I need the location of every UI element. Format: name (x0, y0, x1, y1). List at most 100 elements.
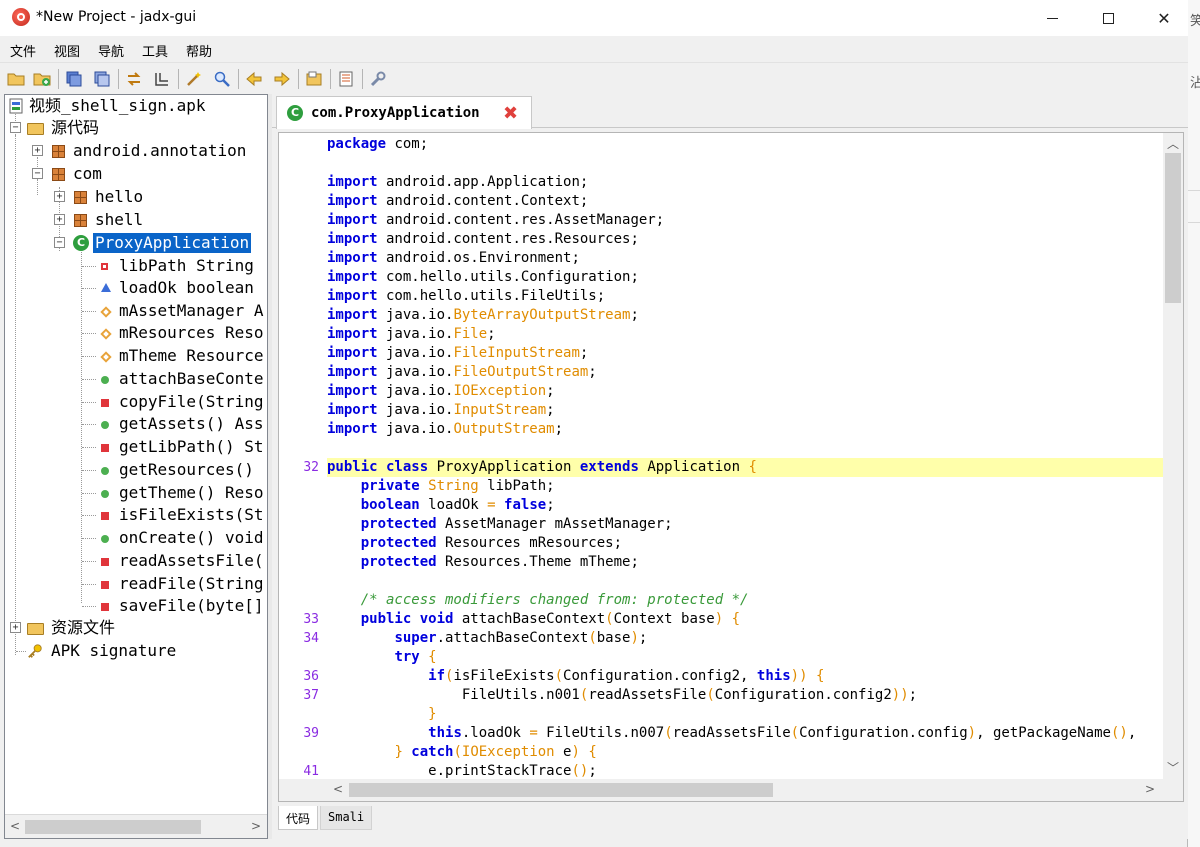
minimize-button[interactable] (1024, 0, 1080, 36)
code-vertical-scrollbar[interactable]: ︿ ﹀ (1163, 133, 1183, 779)
flatten-button[interactable] (152, 69, 172, 89)
code-line[interactable]: import java.io.File; (327, 325, 1163, 344)
tree-member[interactable]: mResources Reso (5, 322, 267, 344)
scroll-thumb[interactable] (349, 783, 773, 797)
code-line[interactable]: import java.io.FileOutputStream; (327, 363, 1163, 382)
scroll-left-icon[interactable]: < (333, 782, 343, 796)
tree-member[interactable]: mAssetManager A (5, 300, 267, 322)
expand-toggle[interactable]: + (54, 191, 65, 202)
tree-node-class-proxyapplication[interactable]: − C ProxyApplication (5, 232, 267, 254)
scroll-down-icon[interactable]: ﹀ (1167, 759, 1179, 776)
code-line[interactable]: FileUtils.n001(readAssetsFile(Configurat… (327, 686, 1163, 705)
code-line[interactable]: try { (327, 648, 1163, 667)
code-line[interactable]: boolean loadOk = false; (327, 496, 1163, 515)
tree-member[interactable]: copyFile(String (5, 391, 267, 413)
code-line[interactable]: package com; (327, 135, 1163, 154)
code-line[interactable]: public void attachBaseContext(Context ba… (327, 610, 1163, 629)
tree-node-apk-signature[interactable]: APK signature (5, 640, 267, 662)
tree-node-package-com[interactable]: − com (5, 163, 267, 185)
tree-node-apk[interactable]: 视频_shell_sign.apk (5, 95, 267, 117)
close-tab-icon[interactable]: ✖ (503, 103, 518, 124)
code-line[interactable]: import com.hello.utils.FileUtils; (327, 287, 1163, 306)
tree-member[interactable]: libPath String (5, 255, 267, 277)
back-button[interactable] (244, 69, 264, 89)
sync-button[interactable] (124, 69, 144, 89)
code-line[interactable]: protected Resources.Theme mTheme; (327, 553, 1163, 572)
tree-member[interactable]: readAssetsFile( (5, 550, 267, 572)
preferences-button[interactable] (368, 69, 388, 89)
scroll-right-icon[interactable]: > (1145, 782, 1155, 796)
code-line[interactable]: import java.io.OutputStream; (327, 420, 1163, 439)
code-line[interactable]: protected AssetManager mAssetManager; (327, 515, 1163, 534)
code-line[interactable]: super.attachBaseContext(base); (327, 629, 1163, 648)
code-line[interactable]: import com.hello.utils.Configuration; (327, 268, 1163, 287)
project-tree[interactable]: 视频_shell_sign.apk − 源代码 + android.annota… (4, 94, 268, 839)
collapse-toggle[interactable]: − (10, 122, 21, 133)
expand-toggle[interactable]: + (54, 214, 65, 225)
open-file-button[interactable] (6, 69, 26, 89)
expand-toggle[interactable]: + (32, 145, 43, 156)
code-line[interactable]: import java.io.FileInputStream; (327, 344, 1163, 363)
close-window-button[interactable]: ✕ (1136, 0, 1192, 36)
scroll-up-icon[interactable]: ︿ (1167, 135, 1179, 152)
code-line[interactable]: e.printStackTrace(); (327, 762, 1163, 779)
menu-tools[interactable]: 工具 (142, 41, 168, 60)
code-line[interactable]: import android.content.res.AssetManager; (327, 211, 1163, 230)
tree-member[interactable]: getAssets() Ass (5, 413, 267, 435)
tree-horizontal-scrollbar[interactable]: < > (5, 814, 267, 838)
save-button[interactable] (64, 69, 84, 89)
code-line[interactable] (327, 439, 1163, 458)
tree-member[interactable]: attachBaseConte (5, 368, 267, 390)
scroll-thumb[interactable] (1165, 153, 1181, 303)
code-horizontal-scrollbar[interactable]: < > (327, 779, 1163, 801)
decompile-button[interactable] (184, 69, 204, 89)
tree-node-package-hello[interactable]: + hello (5, 186, 267, 208)
code-line[interactable]: private String libPath; (327, 477, 1163, 496)
log-button[interactable] (304, 69, 324, 89)
code-line[interactable]: import android.os.Environment; (327, 249, 1163, 268)
code-line[interactable]: import java.io.InputStream; (327, 401, 1163, 420)
tree-member[interactable]: getTheme() Reso (5, 482, 267, 504)
tree-member[interactable]: saveFile(byte[] (5, 595, 267, 617)
code-line[interactable]: } catch(IOException e) { (327, 743, 1163, 762)
tab-smali[interactable]: Smali (320, 806, 373, 830)
code-line[interactable] (327, 154, 1163, 173)
tree-member[interactable]: readFile(String (5, 573, 267, 595)
code-line[interactable]: /* access modifiers changed from: protec… (327, 591, 1163, 610)
code-line[interactable]: import android.content.Context; (327, 192, 1163, 211)
menu-view[interactable]: 视图 (54, 41, 80, 60)
search-button[interactable] (212, 69, 232, 89)
scroll-thumb[interactable] (25, 820, 201, 834)
code-line[interactable]: import android.app.Application; (327, 173, 1163, 192)
tree-member[interactable]: getLibPath() St (5, 436, 267, 458)
tree-member[interactable]: onCreate() void (5, 527, 267, 549)
add-file-button[interactable] (32, 69, 52, 89)
editor-tab-proxyapplication[interactable]: C com.ProxyApplication ✖ (276, 96, 532, 129)
code-line[interactable] (327, 572, 1163, 591)
code-line[interactable]: } (327, 705, 1163, 724)
tab-code[interactable]: 代码 (278, 806, 319, 830)
forward-button[interactable] (272, 69, 292, 89)
tree-node-resources-folder[interactable]: + 资源文件 (5, 617, 267, 639)
code-line[interactable]: import java.io.IOException; (327, 382, 1163, 401)
menu-help[interactable]: 帮助 (186, 41, 212, 60)
code-editor[interactable]: 32 33 34 36 37 39 41 package com; import androi… (278, 132, 1184, 802)
scroll-right-icon[interactable]: > (251, 819, 261, 833)
tree-member[interactable]: isFileExists(St (5, 504, 267, 526)
scroll-left-icon[interactable]: < (10, 819, 20, 833)
tree-member[interactable]: loadOk boolean (5, 277, 267, 299)
title-bar[interactable]: *New Project - jadx-gui ✕ (0, 0, 1188, 36)
settings-button[interactable] (336, 69, 356, 89)
tree-node-package-shell[interactable]: + shell (5, 209, 267, 231)
collapse-toggle[interactable]: − (54, 237, 65, 248)
collapse-toggle[interactable]: − (32, 168, 43, 179)
save-all-button[interactable] (92, 69, 112, 89)
code-line[interactable]: if(isFileExists(Configuration.config2, t… (327, 667, 1163, 686)
tree-member[interactable]: mTheme Resource (5, 345, 267, 367)
code-line[interactable]: protected Resources mResources; (327, 534, 1163, 553)
code-line[interactable]: this.loadOk = FileUtils.n007(readAssetsF… (327, 724, 1163, 743)
code-line-highlighted[interactable]: public class ProxyApplication extends Ap… (327, 458, 1163, 477)
maximize-button[interactable] (1080, 0, 1136, 36)
code-line[interactable]: import java.io.ByteArrayOutputStream; (327, 306, 1163, 325)
menu-navigate[interactable]: 导航 (98, 41, 124, 60)
